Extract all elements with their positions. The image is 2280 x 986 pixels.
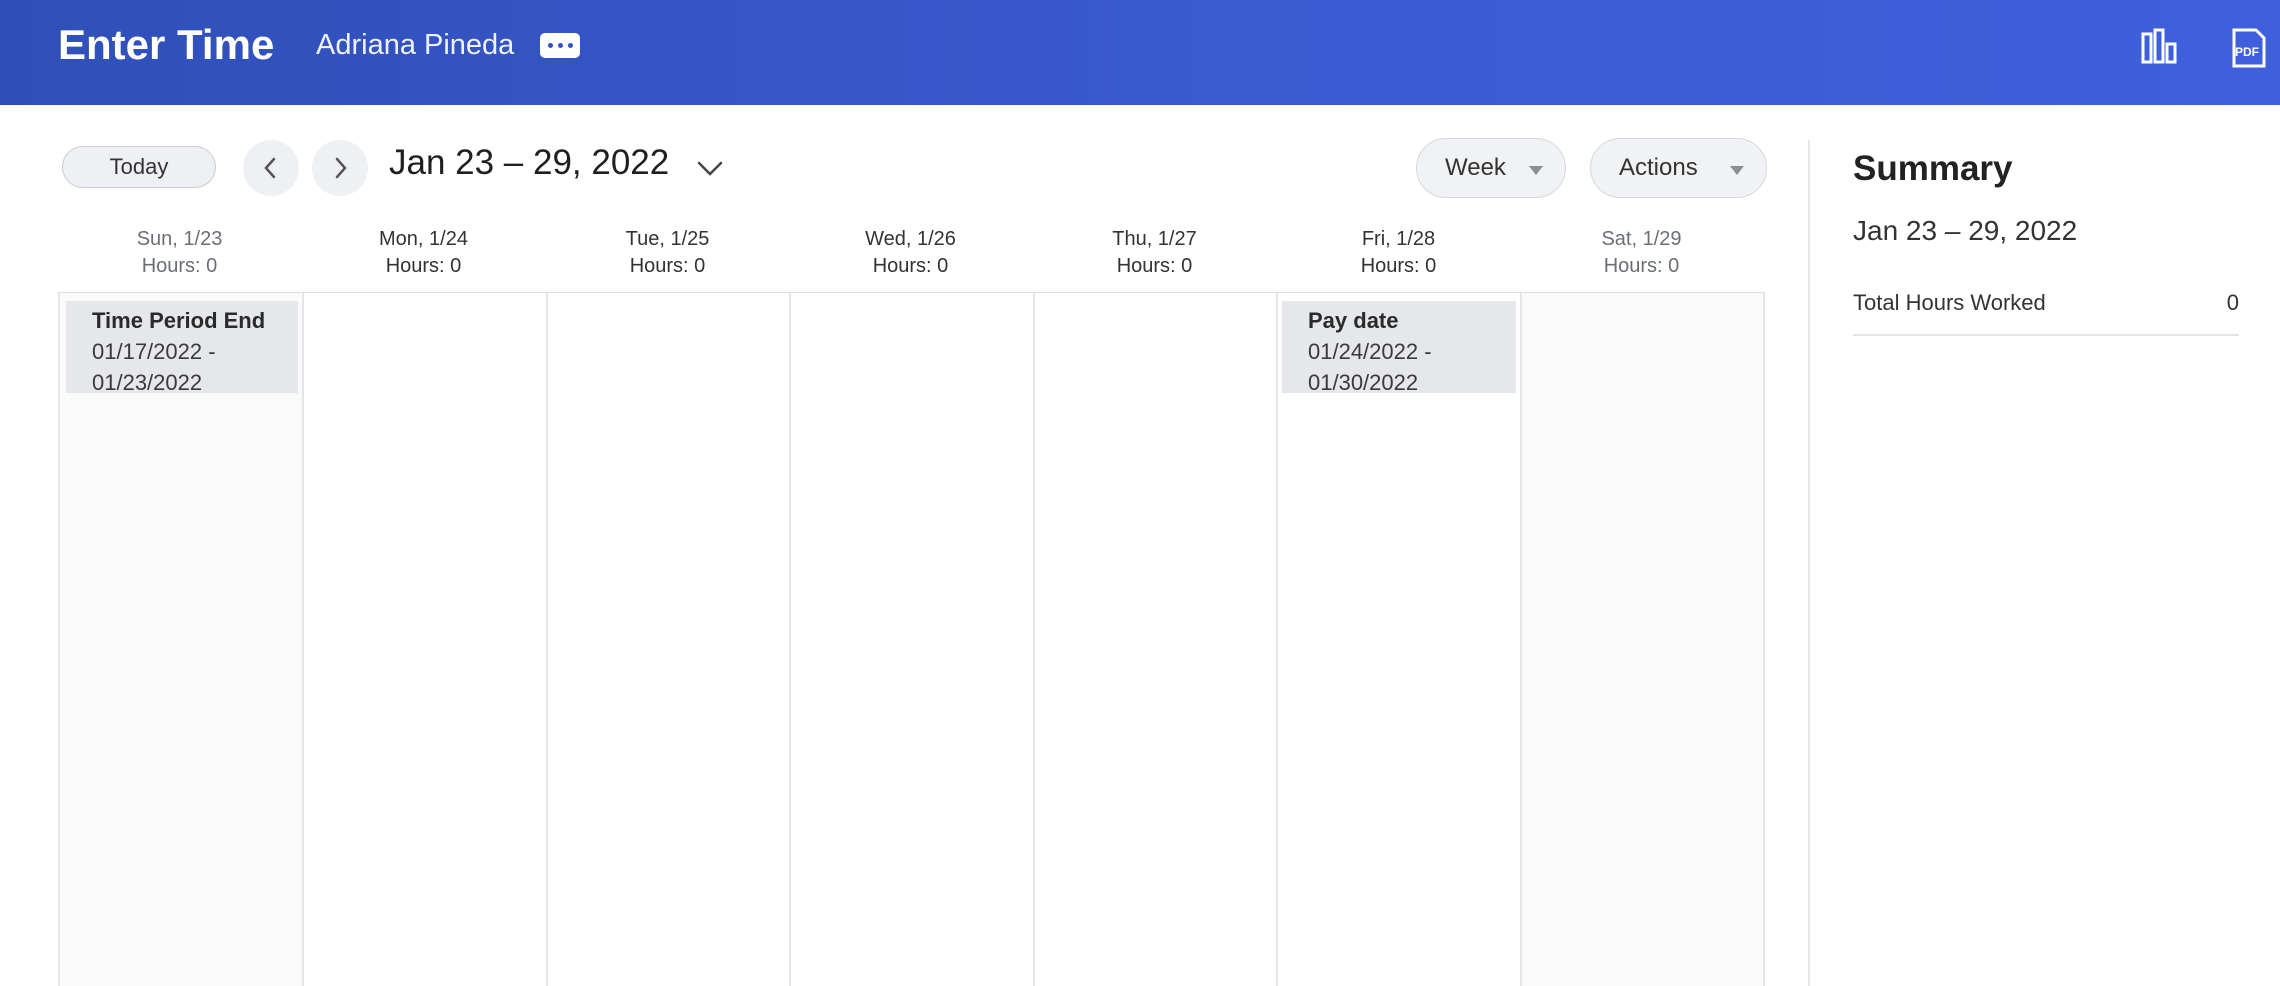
event-date-line: 01/30/2022 — [1308, 370, 1419, 395]
day-column-sat[interactable] — [1520, 293, 1765, 986]
day-label: Fri, 1/28 — [1361, 228, 1436, 250]
day-header-tue: Tue, 1/25 Hours: 0 — [546, 226, 789, 280]
chevron-right-icon — [335, 157, 347, 179]
event-title: Time Period End — [92, 308, 266, 333]
chevron-left-icon — [264, 157, 276, 179]
date-range-title[interactable]: Jan 23 – 29, 2022 — [389, 140, 669, 186]
next-week-button[interactable] — [312, 140, 368, 196]
day-column-mon[interactable] — [302, 293, 546, 986]
calendar-event-time-period-end[interactable]: Time Period End 01/17/2022 - 01/23/2022 — [66, 301, 298, 395]
day-header-fri: Fri, 1/28 Hours: 0 — [1277, 226, 1520, 280]
day-header-thu: Thu, 1/27 Hours: 0 — [1033, 226, 1276, 280]
today-button[interactable]: Today — [62, 146, 216, 188]
day-column-thu[interactable] — [1033, 293, 1276, 986]
page-title: Enter Time — [58, 21, 275, 68]
event-title: Pay date — [1308, 308, 1399, 333]
more-dots-icon[interactable] — [540, 33, 580, 58]
total-hours-value: 0 — [2226, 290, 2239, 315]
view-select-button[interactable]: Week — [1416, 138, 1566, 198]
day-label: Mon, 1/24 — [379, 228, 468, 250]
day-header-mon: Mon, 1/24 Hours: 0 — [302, 226, 545, 280]
previous-week-button[interactable] — [243, 140, 299, 196]
day-hours: Hours: 0 — [629, 255, 706, 277]
pdf-icon[interactable]: PDF — [2228, 28, 2268, 68]
week-calendar-grid: Time Period End 01/17/2022 - 01/23/2022 … — [58, 292, 1765, 986]
day-column-tue[interactable] — [546, 293, 789, 986]
pdf-icon-label: PDF — [2235, 45, 2259, 59]
summary-title: Summary — [1853, 149, 2013, 188]
day-label: Sat, 1/29 — [1601, 228, 1682, 250]
chevron-down-icon[interactable] — [696, 154, 724, 182]
day-column-wed[interactable] — [789, 293, 1033, 986]
day-hours: Hours: 0 — [1603, 255, 1680, 277]
caret-down-icon — [1730, 166, 1744, 175]
day-label: Thu, 1/27 — [1112, 228, 1197, 250]
day-label: Wed, 1/26 — [865, 228, 956, 250]
day-header-sat: Sat, 1/29 Hours: 0 — [1520, 226, 1763, 280]
actions-button[interactable]: Actions — [1590, 138, 1767, 198]
day-hours: Hours: 0 — [1116, 255, 1193, 277]
day-header-wed: Wed, 1/26 Hours: 0 — [789, 226, 1032, 280]
summary-range: Jan 23 – 29, 2022 — [1853, 215, 2078, 246]
day-hours: Hours: 0 — [872, 255, 949, 277]
panel-divider — [1808, 140, 1810, 986]
actions-label: Actions — [1619, 154, 1698, 181]
day-label: Sun, 1/23 — [136, 228, 223, 250]
app-header: Enter Time Adriana Pineda PDF — [0, 0, 2280, 105]
event-date-line: 01/24/2022 - — [1308, 339, 1432, 364]
day-hours: Hours: 0 — [385, 255, 462, 277]
calendar-event-pay-date[interactable]: Pay date 01/24/2022 - 01/30/2022 — [1282, 301, 1516, 395]
day-hours: Hours: 0 — [1360, 255, 1437, 277]
day-column-sun[interactable]: Time Period End 01/17/2022 - 01/23/2022 — [58, 293, 302, 986]
worker-name-link[interactable]: Adriana Pineda — [316, 26, 514, 64]
summary-total-row: Total Hours Worked 0 — [1853, 288, 2239, 336]
event-date-line: 01/17/2022 - — [92, 339, 216, 364]
view-select-label: Week — [1445, 154, 1506, 181]
event-date-line: 01/23/2022 — [92, 370, 203, 395]
caret-down-icon — [1529, 166, 1543, 175]
bar-chart-icon[interactable] — [2140, 28, 2180, 68]
total-hours-label: Total Hours Worked — [1853, 290, 2046, 315]
day-column-fri[interactable]: Pay date 01/24/2022 - 01/30/2022 — [1276, 293, 1520, 986]
day-hours: Hours: 0 — [141, 255, 218, 277]
day-header-sun: Sun, 1/23 Hours: 0 — [58, 226, 301, 280]
day-label: Tue, 1/25 — [625, 228, 710, 250]
